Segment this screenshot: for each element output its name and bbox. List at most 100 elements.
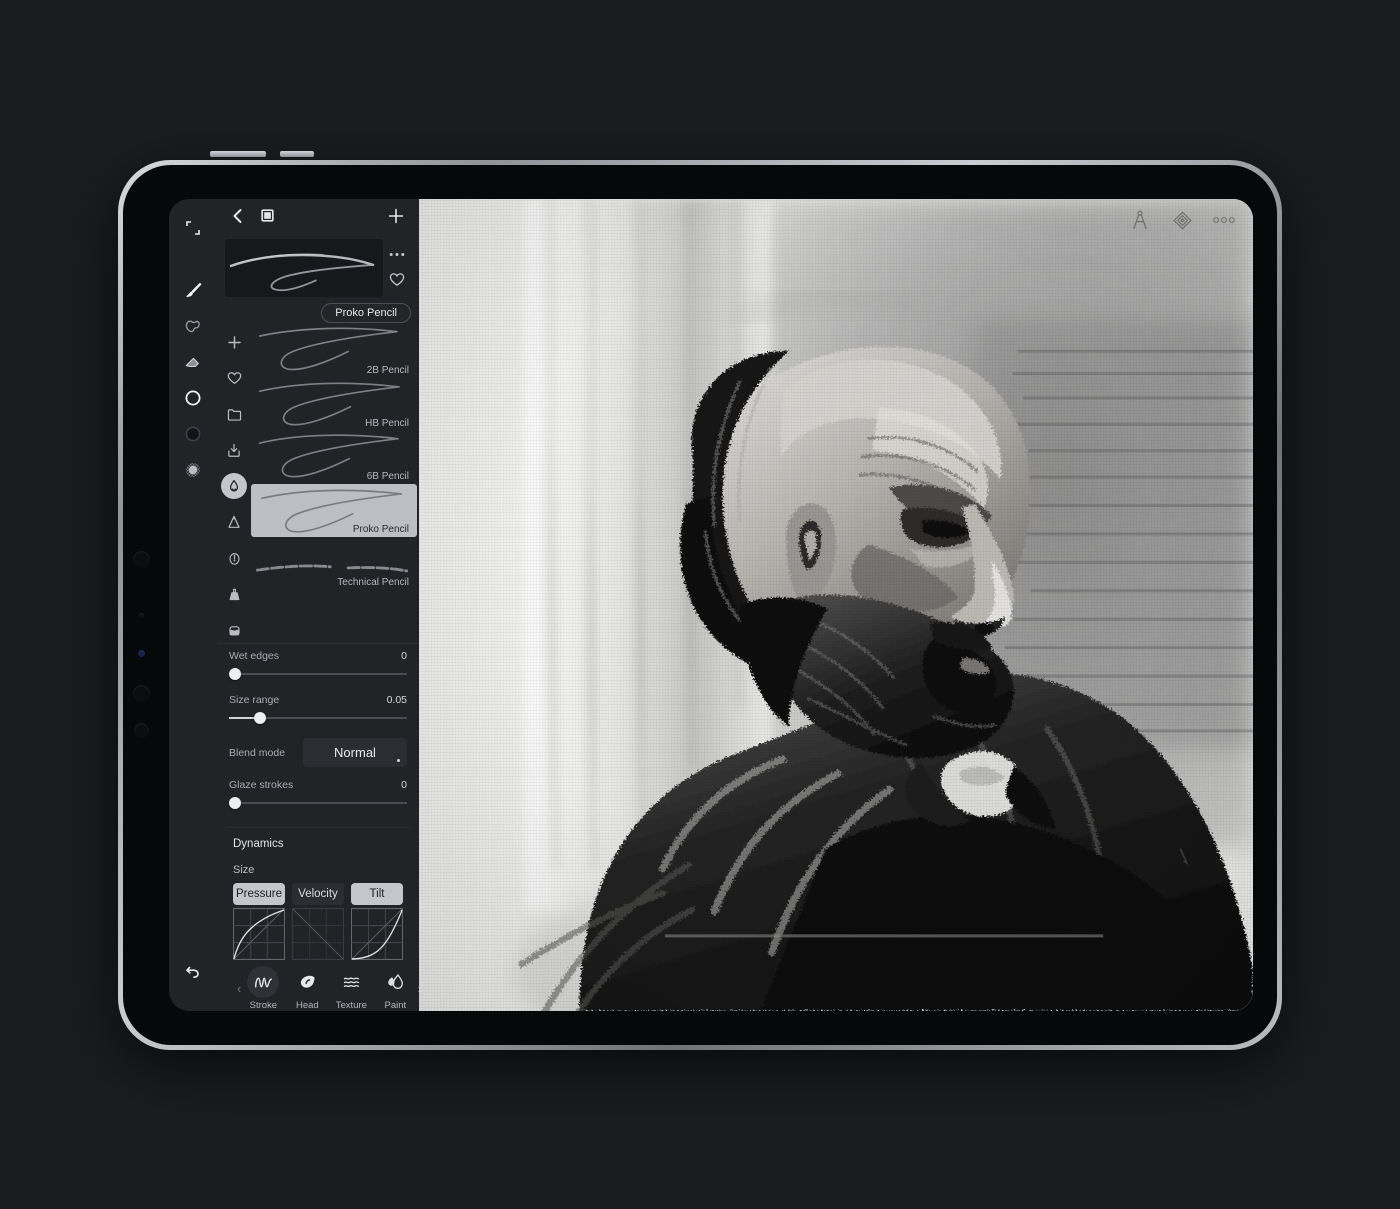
slider-knob[interactable] bbox=[229, 797, 241, 809]
artistic-set-icon[interactable] bbox=[221, 617, 247, 643]
velocity-toggle[interactable]: Velocity bbox=[292, 883, 344, 905]
artboard[interactable] bbox=[419, 199, 1253, 1011]
speaker-hole bbox=[134, 723, 149, 738]
back-button[interactable] bbox=[231, 208, 244, 229]
brush-settings: Wet edges 0 Size range 0.05 Blend mode N… bbox=[217, 643, 419, 821]
wet-edges-slider[interactable] bbox=[229, 668, 407, 680]
more-menu-icon[interactable] bbox=[389, 244, 405, 262]
tab-texture[interactable]: Texture bbox=[329, 966, 373, 1011]
brush-set-name[interactable]: Proko Pencil bbox=[321, 303, 411, 323]
tab-paint[interactable]: Paint bbox=[373, 966, 417, 1011]
favorite-heart-icon[interactable] bbox=[389, 272, 405, 292]
tab-texture-label: Texture bbox=[335, 1000, 367, 1011]
brush-name-label: 6B Pencil bbox=[366, 471, 409, 482]
dynamics-card-tilt: Tilt bbox=[351, 883, 403, 960]
slider-knob[interactable] bbox=[229, 668, 241, 680]
brush-set-name-row: Proko Pencil bbox=[217, 297, 419, 325]
tab-stroke[interactable]: Stroke bbox=[241, 966, 285, 1011]
painting-set-icon[interactable] bbox=[221, 581, 247, 607]
add-brush-button[interactable] bbox=[387, 207, 405, 230]
brush-list-item[interactable]: Technical Pencil bbox=[251, 537, 417, 590]
dynamics-subsection-label: Size bbox=[233, 864, 255, 876]
glaze-strokes-label: Glaze strokes bbox=[229, 779, 294, 791]
wet-edges-label: Wet edges bbox=[229, 650, 280, 662]
dynamics-tabbar: ‹ Stroke Head Texture Paint bbox=[233, 960, 422, 1011]
pencil-set-icon[interactable] bbox=[221, 509, 247, 535]
slider-track bbox=[229, 673, 407, 675]
blend-mode-button[interactable]: Normal bbox=[303, 738, 407, 767]
device-top-button-2 bbox=[280, 151, 314, 157]
brush-panel: Proko Pencil 2B Pencil HB Pencil 6B Penc… bbox=[217, 199, 422, 1011]
drawing-guide-icon[interactable] bbox=[1129, 209, 1151, 231]
brush-list-item[interactable]: Proko Pencil bbox=[251, 484, 417, 537]
canvas-area[interactable] bbox=[419, 199, 1253, 1011]
slider-knob[interactable] bbox=[253, 712, 266, 724]
size-range-value: 0.05 bbox=[386, 694, 407, 706]
add-set-icon[interactable] bbox=[221, 329, 247, 355]
velocity-curve-graph[interactable] bbox=[292, 908, 344, 960]
eraser-icon[interactable] bbox=[178, 347, 208, 377]
opacity-icon[interactable] bbox=[178, 455, 208, 485]
tilt-toggle[interactable]: Tilt bbox=[351, 883, 403, 905]
device-top-button-1 bbox=[210, 151, 266, 157]
dynamics-section: Dynamics Size Pressure Velocity Tilt ‹ S… bbox=[223, 827, 422, 1011]
artwork-drawing bbox=[419, 199, 1253, 1011]
glaze-strokes-value: 0 bbox=[401, 779, 407, 791]
size-range-slider[interactable] bbox=[229, 712, 407, 724]
brush-preview-row bbox=[225, 239, 411, 297]
tab-stroke-label: Stroke bbox=[249, 1000, 278, 1011]
favorites-set-icon[interactable] bbox=[221, 365, 247, 391]
speaker-hole bbox=[133, 551, 150, 568]
tilt-curve-graph[interactable] bbox=[351, 908, 403, 960]
brush-list-item[interactable]: 6B Pencil bbox=[251, 431, 417, 484]
tab-paint-label: Paint bbox=[384, 1000, 407, 1011]
blend-mode-value: Normal bbox=[334, 745, 376, 760]
tab-head[interactable]: Head bbox=[285, 966, 329, 1011]
texture-icon bbox=[335, 966, 367, 998]
brush-list[interactable]: 2B Pencil HB Pencil 6B Pencil Proko Pencil T… bbox=[251, 325, 419, 643]
slider-row-glaze-strokes: Glaze strokes 0 bbox=[229, 779, 407, 809]
speaker-hole bbox=[133, 685, 150, 702]
dynamics-title: Dynamics bbox=[233, 838, 284, 850]
screenshot-root: Proko Pencil 2B Pencil HB Pencil 6B Penc… bbox=[0, 0, 1400, 1209]
slider-row-wet-edges: Wet edges 0 bbox=[229, 650, 407, 680]
stroke-icon bbox=[247, 966, 280, 998]
brush-name-label: Technical Pencil bbox=[337, 577, 409, 588]
brush-set-rail bbox=[217, 325, 251, 643]
color-icon[interactable] bbox=[178, 419, 208, 449]
layers-diamond-icon[interactable] bbox=[1171, 209, 1193, 231]
ink-set-icon[interactable] bbox=[221, 545, 247, 571]
canvas-top-tools bbox=[1129, 209, 1235, 231]
brush-name-label: 2B Pencil bbox=[366, 365, 409, 376]
left-tool-rail bbox=[169, 199, 217, 1011]
brush-list-area: 2B Pencil HB Pencil 6B Pencil Proko Pencil T… bbox=[217, 325, 419, 643]
undo-icon[interactable] bbox=[178, 957, 208, 987]
more-menu-icon[interactable] bbox=[1213, 209, 1235, 231]
brush-preview-actions bbox=[383, 239, 411, 297]
library-button[interactable] bbox=[260, 208, 275, 228]
brush-preview[interactable] bbox=[225, 239, 383, 297]
brush-panel-header bbox=[217, 199, 419, 237]
dynamics-cards: Pressure Velocity Tilt bbox=[233, 883, 403, 960]
fullscreen-icon[interactable] bbox=[178, 213, 208, 243]
blend-mode-indicator-dot bbox=[397, 759, 400, 762]
size-range-label: Size range bbox=[229, 694, 280, 706]
pressure-toggle[interactable]: Pressure bbox=[233, 883, 285, 905]
brush-list-item[interactable]: 2B Pencil bbox=[251, 325, 417, 378]
import-set-icon[interactable] bbox=[221, 437, 247, 463]
brush-name-label: Proko Pencil bbox=[352, 524, 409, 535]
ipad-screen: Proko Pencil 2B Pencil HB Pencil 6B Penc… bbox=[169, 199, 1253, 1011]
layers-icon[interactable] bbox=[178, 383, 208, 413]
sketching-set-icon[interactable] bbox=[221, 473, 247, 499]
indicator-led bbox=[138, 650, 145, 657]
smudge-icon[interactable] bbox=[178, 311, 208, 341]
folder-set-icon[interactable] bbox=[221, 401, 247, 427]
brush-icon[interactable] bbox=[178, 275, 208, 305]
blend-mode-label: Blend mode bbox=[229, 746, 286, 759]
pressure-curve-graph[interactable] bbox=[233, 908, 285, 960]
wet-edges-value: 0 bbox=[401, 650, 407, 662]
head-icon bbox=[291, 966, 323, 998]
speaker-hole bbox=[139, 613, 144, 618]
glaze-strokes-slider[interactable] bbox=[229, 797, 407, 809]
brush-list-item[interactable]: HB Pencil bbox=[251, 378, 417, 431]
